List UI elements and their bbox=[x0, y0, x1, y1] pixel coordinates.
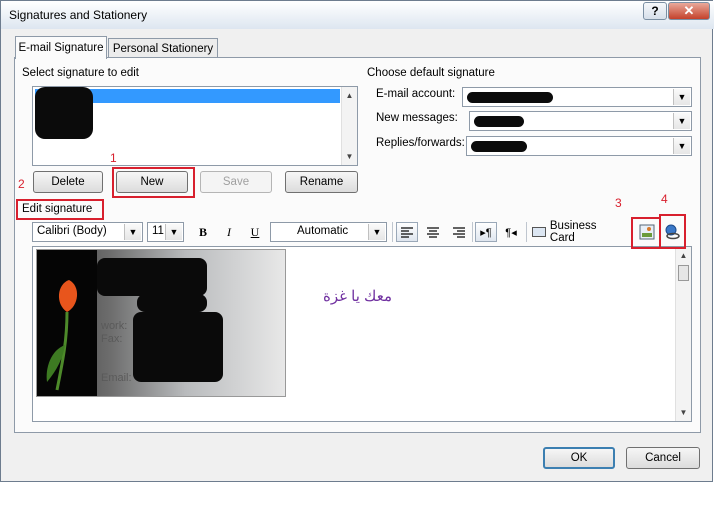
left-to-right-icon[interactable]: ▸¶ bbox=[475, 222, 497, 242]
save-button[interactable]: Save bbox=[200, 171, 272, 193]
bold-button[interactable]: B bbox=[192, 222, 214, 242]
annotation-number: 1 bbox=[110, 151, 117, 165]
help-button[interactable]: ? bbox=[643, 2, 667, 20]
title-bar: Signatures and Stationery ? ✕ bbox=[1, 1, 714, 29]
chevron-down-icon[interactable]: ▼ bbox=[673, 138, 690, 154]
email-account-label: E-mail account: bbox=[376, 88, 456, 100]
editor-scrollbar[interactable]: ▲ ▼ bbox=[675, 247, 691, 421]
toolbar-separator bbox=[472, 222, 473, 242]
new-messages-label: New messages: bbox=[376, 112, 458, 124]
ok-button[interactable]: OK bbox=[543, 447, 615, 469]
new-messages-select[interactable]: ▼ bbox=[469, 111, 692, 131]
align-right-icon[interactable] bbox=[448, 222, 470, 242]
close-button[interactable]: ✕ bbox=[668, 2, 710, 20]
scroll-up-icon[interactable]: ▲ bbox=[342, 91, 357, 100]
font-size-value: 11 bbox=[152, 225, 164, 237]
business-card-button[interactable]: Business Card bbox=[532, 220, 624, 244]
cancel-button[interactable]: Cancel bbox=[626, 447, 700, 469]
annotation-number: 4 bbox=[661, 192, 668, 206]
annotation-box-edit bbox=[16, 199, 104, 220]
tulip-image bbox=[37, 250, 97, 396]
email-account-select[interactable]: ▼ bbox=[462, 87, 692, 107]
signature-list[interactable]: ▲ ▼ bbox=[32, 86, 358, 166]
redacted-replies bbox=[471, 141, 527, 152]
tab-personal-stationery[interactable]: Personal Stationery bbox=[108, 38, 218, 59]
font-value: Calibri (Body) bbox=[37, 225, 107, 237]
default-signature-label: Choose default signature bbox=[367, 67, 495, 79]
chevron-down-icon[interactable]: ▼ bbox=[165, 224, 182, 240]
rename-button[interactable]: Rename bbox=[285, 171, 358, 193]
scroll-up-icon[interactable]: ▲ bbox=[676, 251, 691, 260]
redacted-account bbox=[467, 92, 553, 103]
redacted-name bbox=[97, 258, 207, 296]
email-label: Email: bbox=[101, 372, 132, 384]
align-left-icon[interactable] bbox=[396, 222, 418, 242]
redacted-signature-names bbox=[35, 87, 93, 139]
redacted-contact-info bbox=[133, 312, 223, 382]
tab-email-signature[interactable]: E-mail Signature bbox=[15, 36, 107, 59]
scroll-thumb[interactable] bbox=[678, 265, 689, 281]
right-to-left-icon[interactable]: ¶◂ bbox=[500, 222, 522, 242]
scroll-down-icon[interactable]: ▼ bbox=[342, 152, 357, 161]
toolbar-separator bbox=[526, 222, 527, 242]
arabic-text: معك يا غزة bbox=[323, 288, 392, 305]
annotation-box-picture bbox=[631, 217, 661, 249]
redacted-title bbox=[137, 294, 207, 312]
annotation-number: 2 bbox=[18, 177, 25, 191]
chevron-down-icon[interactable]: ▼ bbox=[673, 89, 690, 105]
redacted-new-messages bbox=[474, 116, 524, 127]
signature-editor[interactable]: work: Fax: Email: معك يا غزة ▲ ▼ bbox=[32, 246, 692, 422]
replies-forwards-select[interactable]: ▼ bbox=[466, 136, 692, 156]
window-title: Signatures and Stationery bbox=[9, 8, 148, 22]
align-center-icon[interactable] bbox=[422, 222, 444, 242]
signature-image: work: Fax: Email: bbox=[36, 249, 286, 397]
font-size-select[interactable]: 11 ▼ bbox=[147, 222, 184, 242]
font-color-select[interactable]: Automatic ▼ bbox=[270, 222, 387, 242]
annotation-number: 3 bbox=[615, 196, 622, 210]
underline-button[interactable]: U bbox=[244, 222, 266, 242]
annotation-box-hyperlink bbox=[659, 214, 686, 249]
italic-button[interactable]: I bbox=[218, 222, 240, 242]
work-label: work: bbox=[101, 320, 128, 332]
font-select[interactable]: Calibri (Body) ▼ bbox=[32, 222, 143, 242]
chevron-down-icon[interactable]: ▼ bbox=[368, 224, 385, 240]
chevron-down-icon[interactable]: ▼ bbox=[124, 224, 141, 240]
font-color-value: Automatic bbox=[297, 225, 349, 237]
annotation-box-new bbox=[112, 167, 195, 198]
scroll-down-icon[interactable]: ▼ bbox=[676, 408, 691, 417]
signature-list-scrollbar[interactable]: ▲ ▼ bbox=[341, 87, 357, 165]
business-card-label: Business Card bbox=[549, 220, 597, 244]
delete-button[interactable]: Delete bbox=[33, 171, 103, 193]
business-card-icon bbox=[532, 227, 546, 237]
chevron-down-icon[interactable]: ▼ bbox=[673, 113, 690, 129]
replies-forwards-label: Replies/forwards: bbox=[376, 137, 465, 149]
select-signature-label: Select signature to edit bbox=[22, 67, 139, 79]
fax-label: Fax: bbox=[101, 333, 123, 345]
toolbar-separator bbox=[392, 222, 393, 242]
